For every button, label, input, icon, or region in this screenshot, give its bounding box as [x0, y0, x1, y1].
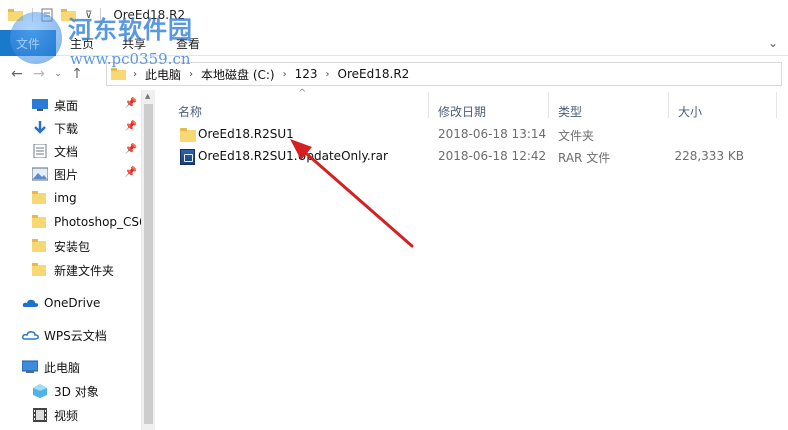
nav-item-img[interactable]: img: [32, 187, 141, 209]
recent-locations-chevron-icon[interactable]: ⌄: [50, 62, 66, 86]
nav-item-3d-objects[interactable]: 3D 对象: [32, 380, 141, 402]
file-list: 名称 修改日期 类型 大小 OreEd18.R2SU1 2018-06-18 1…: [170, 90, 788, 430]
file-type: 文件夹: [558, 129, 595, 143]
download-icon: [32, 121, 48, 135]
3d-objects-icon: [32, 384, 48, 398]
breadcrumb-current-folder[interactable]: OreEd18.R2: [332, 67, 416, 81]
quick-access-toolbar: ⊽: [0, 8, 102, 22]
folder-icon: [111, 68, 126, 80]
back-arrow-icon[interactable]: ←: [6, 62, 28, 86]
nav-item-label: 文档: [54, 144, 79, 159]
breadcrumb-separator-icon[interactable]: ›: [324, 69, 332, 80]
column-header-type[interactable]: 类型: [558, 98, 582, 124]
navigation-scrollbar[interactable]: ▲: [141, 90, 155, 430]
video-icon: [32, 408, 48, 422]
pin-icon[interactable]: 📌: [125, 144, 137, 155]
nav-item-videos[interactable]: 视频: [32, 404, 141, 426]
nav-item-wps-cloud[interactable]: WPS云文档: [22, 324, 141, 346]
nav-item-new-folder[interactable]: 新建文件夹: [32, 259, 141, 281]
title-bar: ⊽ OreEd18.R2: [0, 0, 788, 30]
toolbar-divider: [32, 8, 33, 22]
cloud-icon: [22, 328, 39, 342]
breadcrumb-separator-icon[interactable]: ›: [281, 69, 289, 80]
toolbar-divider: [100, 8, 102, 22]
ribbon-tabs: 文件 主页 共享 查看 ⌄: [0, 30, 788, 56]
nav-item-label: OneDrive: [44, 296, 101, 310]
nav-item-label: img: [54, 191, 77, 205]
nav-item-label: 此电脑: [44, 360, 81, 375]
nav-item-label: 新建文件夹: [54, 263, 115, 278]
breadcrumb-local-disk[interactable]: 本地磁盘 (C:): [195, 66, 281, 83]
nav-item-label: 下载: [54, 121, 79, 136]
tab-view[interactable]: 查看: [176, 30, 200, 56]
nav-item-label: 图片: [54, 167, 79, 182]
forward-arrow-icon[interactable]: →: [28, 62, 50, 86]
file-date: 2018-06-18 13:14: [438, 127, 547, 141]
folder-icon: [180, 128, 196, 144]
nav-item-label: Photoshop_CS6: [54, 215, 141, 229]
nav-item-downloads[interactable]: 下载 📌: [32, 117, 141, 139]
computer-icon: [22, 360, 39, 374]
nav-item-photoshop-cs6[interactable]: Photoshop_CS6: [32, 211, 141, 233]
breadcrumb-123[interactable]: 123: [289, 67, 324, 81]
nav-item-label: 3D 对象: [54, 384, 99, 399]
pin-icon[interactable]: 📌: [125, 121, 137, 132]
file-row[interactable]: OreEd18.R2SU1 2018-06-18 13:14 文件夹: [170, 124, 770, 146]
nav-item-label: 桌面: [54, 98, 79, 113]
nav-item-install-packages[interactable]: 安装包: [32, 235, 141, 257]
nav-item-this-pc[interactable]: 此电脑: [22, 356, 141, 378]
properties-icon[interactable]: [41, 8, 53, 22]
breadcrumb-this-pc[interactable]: 此电脑: [139, 66, 187, 83]
breadcrumb-separator-icon[interactable]: ›: [131, 69, 139, 80]
nav-item-label: 视频: [54, 408, 79, 423]
breadcrumb-separator-icon[interactable]: ›: [187, 69, 195, 80]
scrollbar-thumb[interactable]: [144, 104, 153, 424]
pin-icon[interactable]: 📌: [125, 167, 137, 178]
file-name[interactable]: OreEd18.R2SU1: [198, 127, 294, 141]
file-row[interactable]: OreEd18.R2SU1.UpdateOnly.rar 2018-06-18 …: [170, 146, 770, 168]
nav-item-label: 安装包: [54, 239, 91, 254]
tab-share[interactable]: 共享: [122, 30, 146, 56]
picture-icon: [32, 167, 49, 181]
nav-item-onedrive[interactable]: OneDrive: [22, 292, 141, 314]
folder-icon: [32, 215, 48, 229]
nav-item-pictures[interactable]: 图片 📌: [32, 163, 141, 185]
navigation-pane: 桌面 📌 下载 📌 文档 📌 图片 📌 img Photoshop_CS6 安装…: [0, 90, 155, 430]
column-divider[interactable]: [428, 92, 429, 118]
folder-icon[interactable]: [8, 8, 24, 22]
file-size: 228,333 KB: [674, 149, 744, 163]
up-arrow-icon[interactable]: ↑: [66, 62, 88, 86]
document-icon: [32, 143, 48, 159]
address-bar[interactable]: › 此电脑 › 本地磁盘 (C:) › 123 › OreEd18.R2: [106, 62, 782, 86]
pin-icon[interactable]: 📌: [125, 98, 137, 109]
column-header-size[interactable]: 大小: [678, 98, 702, 124]
customize-toolbar-chevron-icon[interactable]: ⊽: [85, 10, 92, 21]
file-name[interactable]: OreEd18.R2SU1.UpdateOnly.rar: [198, 149, 388, 163]
tab-home[interactable]: 主页: [70, 30, 94, 56]
navigation-bar: ← → ⌄ ↑ › 此电脑 › 本地磁盘 (C:) › 123 › OreEd1…: [0, 58, 788, 90]
column-divider[interactable]: [668, 92, 669, 118]
rar-archive-icon: [180, 149, 196, 165]
file-type: RAR 文件: [558, 151, 611, 165]
column-divider[interactable]: [776, 92, 777, 118]
expand-ribbon-chevron-icon[interactable]: ⌄: [768, 36, 778, 50]
file-date: 2018-06-18 12:42: [438, 149, 547, 163]
new-folder-icon[interactable]: [61, 8, 77, 22]
desktop-icon: [32, 98, 48, 112]
folder-icon: [32, 263, 48, 277]
nav-item-documents[interactable]: 文档 📌: [32, 140, 141, 162]
scroll-up-icon[interactable]: ▲: [145, 92, 150, 100]
column-divider[interactable]: [548, 92, 549, 118]
window-title: OreEd18.R2: [113, 8, 186, 22]
nav-item-desktop[interactable]: 桌面 📌: [32, 94, 141, 116]
column-header-date[interactable]: 修改日期: [438, 98, 486, 124]
folder-icon: [32, 191, 48, 205]
column-header-name[interactable]: 名称: [178, 98, 202, 124]
onedrive-icon: [22, 296, 39, 310]
tab-file[interactable]: 文件: [0, 30, 56, 56]
nav-item-label: WPS云文档: [44, 328, 107, 343]
folder-icon: [32, 239, 48, 253]
